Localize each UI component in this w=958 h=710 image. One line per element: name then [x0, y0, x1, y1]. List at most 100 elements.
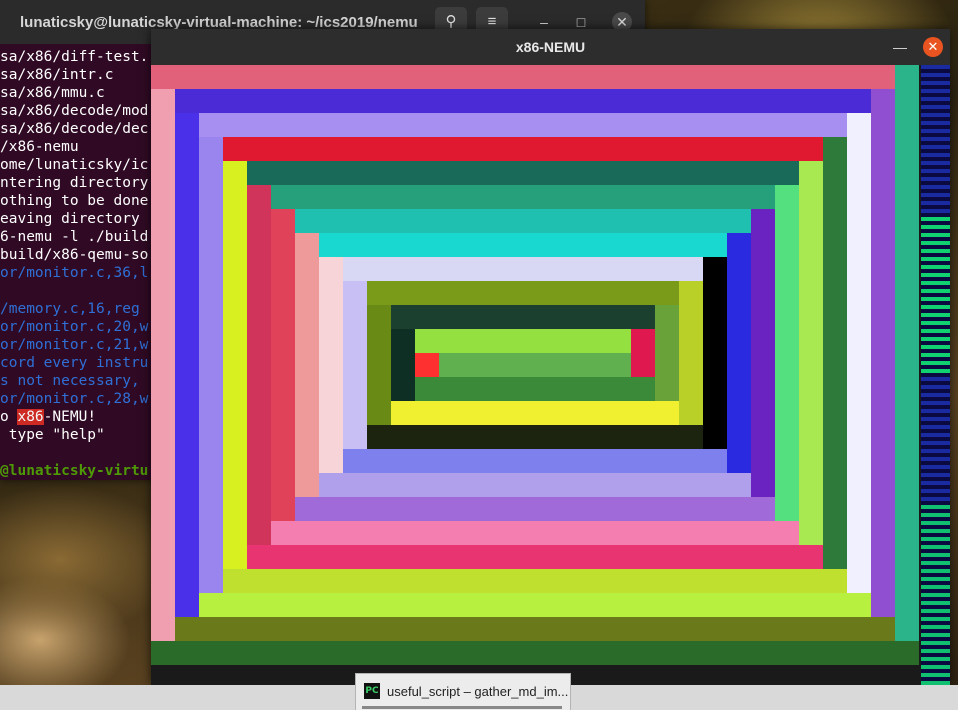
side-strip: [921, 593, 950, 597]
side-strip: [921, 129, 950, 133]
frame-top: [319, 233, 751, 257]
side-strip: [921, 85, 950, 89]
frame-right: [751, 209, 775, 521]
nemu-window[interactable]: x86-NEMU — ✕: [151, 29, 950, 685]
side-strip: [921, 557, 950, 561]
frame-left: [367, 305, 391, 425]
frame-left: [295, 233, 319, 497]
nemu-titlebar[interactable]: x86-NEMU — ✕: [151, 29, 950, 65]
side-strip: [921, 517, 950, 521]
side-strip: [921, 69, 950, 73]
welcome-suffix: -NEMU!: [43, 409, 97, 425]
frame-right: [895, 65, 919, 665]
side-strip: [921, 481, 950, 485]
frame-left: [223, 161, 247, 569]
side-strip: [921, 485, 950, 489]
frame-bottom: [151, 641, 919, 665]
terminal-line: sa/x86/decode/mod: [0, 103, 149, 119]
side-strip: [921, 577, 950, 581]
side-strip: [921, 289, 950, 293]
side-strip: [921, 401, 950, 405]
side-strip: [921, 589, 950, 593]
side-strip: [921, 337, 950, 341]
taskbar-item-pycharm[interactable]: PC useful_script – gather_md_im...: [355, 673, 571, 710]
side-strip: [921, 653, 950, 657]
side-strip: [921, 497, 950, 501]
hamburger-menu-icon: ≡: [487, 13, 497, 30]
side-strip: [921, 645, 950, 649]
side-strip: [921, 317, 950, 321]
terminal-line: eaving directory: [0, 211, 140, 227]
side-strip: [921, 389, 950, 393]
side-strip: [921, 381, 950, 385]
side-strip: [921, 241, 950, 245]
side-strip: [921, 585, 950, 589]
frame-top: [151, 65, 919, 89]
frame-bottom: [439, 353, 631, 377]
frame-top: [367, 281, 703, 305]
side-strip: [921, 369, 950, 373]
terminal-line: build/x86-qemu-so: [0, 247, 149, 263]
side-strip: [921, 305, 950, 309]
side-strip: [921, 213, 950, 217]
pycharm-icon: PC: [364, 683, 380, 699]
frame-bottom: [223, 569, 847, 593]
side-strip: [921, 161, 950, 165]
side-strip: [921, 405, 950, 409]
side-strip: [921, 541, 950, 545]
side-strip: [921, 473, 950, 477]
side-strip: [921, 73, 950, 77]
side-strip: [921, 77, 950, 81]
side-strip: [921, 529, 950, 533]
welcome-highlight: x86: [17, 409, 44, 425]
terminal-line: or/monitor.c,20,w: [0, 319, 149, 335]
terminal-line: sa/x86/intr.c: [0, 67, 114, 83]
side-strip: [921, 277, 950, 281]
taskbar-item-indicator: [362, 706, 562, 709]
side-strip: [921, 637, 950, 641]
frame-right: [847, 113, 871, 617]
nemu-close-button[interactable]: ✕: [923, 37, 943, 57]
frame-top: [199, 113, 871, 137]
frame-top: [247, 161, 823, 185]
frame-top: [223, 137, 847, 161]
side-strip: [921, 573, 950, 577]
side-strip: [921, 601, 950, 605]
frame-bottom: [295, 497, 775, 521]
side-strip: [921, 553, 950, 557]
side-strip: [921, 649, 950, 653]
side-strip: [921, 581, 950, 585]
side-strip: [921, 205, 950, 209]
frame-bottom: [367, 425, 703, 449]
side-strip: [921, 489, 950, 493]
side-strip: [921, 385, 950, 389]
terminal-line: or/monitor.c,21,w: [0, 337, 149, 353]
nemu-minimize-button[interactable]: —: [891, 38, 909, 56]
side-strip: [921, 293, 950, 297]
side-strip: [921, 93, 950, 97]
side-strip: [921, 249, 950, 253]
side-strip: [921, 217, 950, 221]
side-strip: [921, 141, 950, 145]
side-strip: [921, 209, 950, 213]
side-strip: [921, 325, 950, 329]
side-strip: [921, 445, 950, 449]
frame-bottom: [391, 401, 679, 425]
terminal-line: or/monitor.c,28,w: [0, 391, 149, 407]
frame-right: [775, 185, 799, 545]
side-strip: [921, 665, 950, 669]
frame-left: [415, 353, 439, 377]
side-strip: [921, 105, 950, 109]
side-strip: [921, 549, 950, 553]
terminal-line: s not necessary,: [0, 373, 140, 389]
side-strip: [921, 261, 950, 265]
nemu-display: [151, 65, 950, 685]
side-strip: [921, 437, 950, 441]
terminal-line: @lunaticsky-virtu: [0, 463, 149, 479]
frame-right: [703, 257, 727, 473]
side-strip: [921, 185, 950, 189]
frame-left: [391, 329, 415, 401]
side-strip: [921, 605, 950, 609]
side-strip: [921, 461, 950, 465]
side-strip: [921, 501, 950, 505]
